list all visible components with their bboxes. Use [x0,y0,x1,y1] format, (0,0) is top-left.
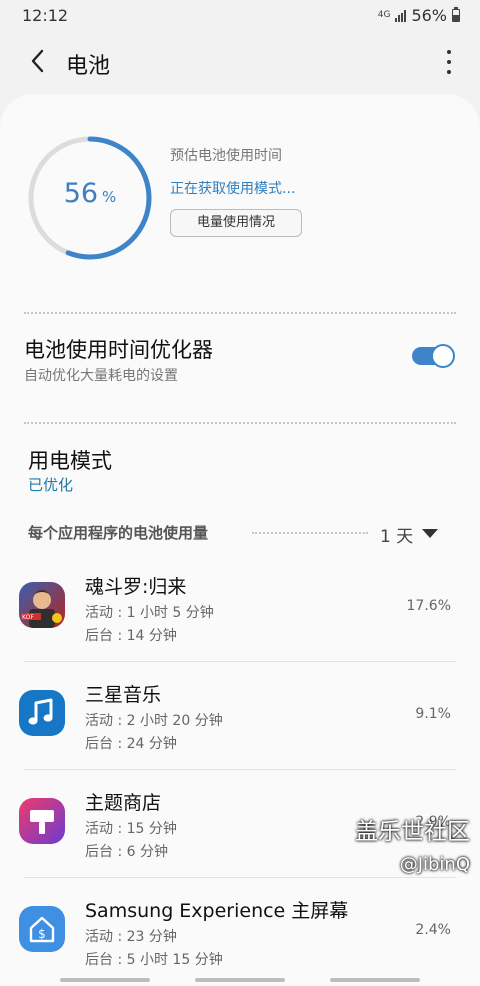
battery-percent: 56% [411,6,447,25]
watermark-community: 盖乐世社区 [355,819,470,845]
back-button[interactable] [24,46,54,76]
back-arrow-icon [31,49,44,73]
battery-gauge: 56% [26,134,154,262]
contra-game-icon: KOF [19,582,65,628]
app-active-time: 活动 : 15 分钟 [85,821,177,837]
watermark-user: @JibinQ [399,854,470,875]
app-bar: 电池 [0,36,480,88]
app-name: 主题商店 [85,792,162,814]
battery-level-text: 56% [26,178,154,209]
app-list-item[interactable]: KOF 魂斗罗:归来 活动 : 1 小时 5 分钟 后台 : 14 分钟 17.… [0,554,480,662]
status-indicators: 4G 56% [378,6,460,25]
nav-home-indicator[interactable] [195,978,285,982]
signal-icon [395,9,407,22]
battery-level-unit: % [102,188,117,206]
divider [24,312,456,314]
app-usage-percent: 2.4% [415,922,451,938]
estimate-label: 预估电池使用时间 [170,148,282,164]
period-selector[interactable]: 1 天 [380,522,413,547]
dropdown-arrow-icon[interactable] [422,529,438,538]
more-options-icon[interactable] [444,50,454,74]
app-background-time: 后台 : 5 小时 15 分钟 [85,952,223,968]
optimizer-subtitle: 自动优化大量耗电的设置 [24,368,178,384]
svg-text:KOF: KOF [22,614,34,621]
app-list-item[interactable]: $ Samsung Experience 主屏幕 活动 : 23 分钟 后台 :… [0,878,480,986]
divider [252,532,368,534]
watermark: 盖乐世社区 @JibinQ [355,812,470,875]
nav-recents-indicator[interactable] [60,978,150,982]
app-list-item[interactable]: 三星音乐 活动 : 2 小时 20 分钟 后台 : 24 分钟 9.1% [0,662,480,770]
app-active-time: 活动 : 1 小时 5 分钟 [85,605,214,621]
app-background-time: 后台 : 24 分钟 [85,736,177,752]
battery-level-number: 56 [63,178,99,209]
app-active-time: 活动 : 2 小时 20 分钟 [85,713,223,729]
navigation-bar [0,976,480,986]
app-name: 三星音乐 [85,684,162,706]
paint-brush-icon [19,798,65,844]
divider [24,422,456,424]
optimizer-toggle[interactable] [412,344,455,368]
home-dollar-icon: $ [19,906,65,952]
nav-back-indicator[interactable] [330,978,420,982]
network-type-label: 4G [377,10,391,20]
page-title: 电池 [66,54,111,79]
power-mode-title[interactable]: 用电模式 [28,445,112,475]
status-bar: 12:12 4G 56% [0,0,480,30]
power-mode-value: 已优化 [28,476,74,494]
per-app-usage-label: 每个应用程序的电池使用量 [28,524,209,542]
app-usage-percent: 9.1% [415,706,451,722]
app-active-time: 活动 : 23 分钟 [85,929,177,945]
music-note-icon [19,690,65,736]
app-background-time: 后台 : 14 分钟 [85,628,177,644]
svg-text:$: $ [38,927,46,941]
estimate-status: 正在获取使用模式... [170,181,296,197]
optimizer-title: 电池使用时间优化器 [24,338,213,362]
app-usage-percent: 17.6% [406,598,451,614]
app-background-time: 后台 : 6 分钟 [85,844,168,860]
battery-icon [452,7,460,22]
status-time: 12:12 [22,6,69,25]
app-name: 魂斗罗:归来 [85,576,187,598]
battery-usage-button[interactable]: 电量使用情况 [170,209,302,237]
app-name: Samsung Experience 主屏幕 [85,900,349,922]
